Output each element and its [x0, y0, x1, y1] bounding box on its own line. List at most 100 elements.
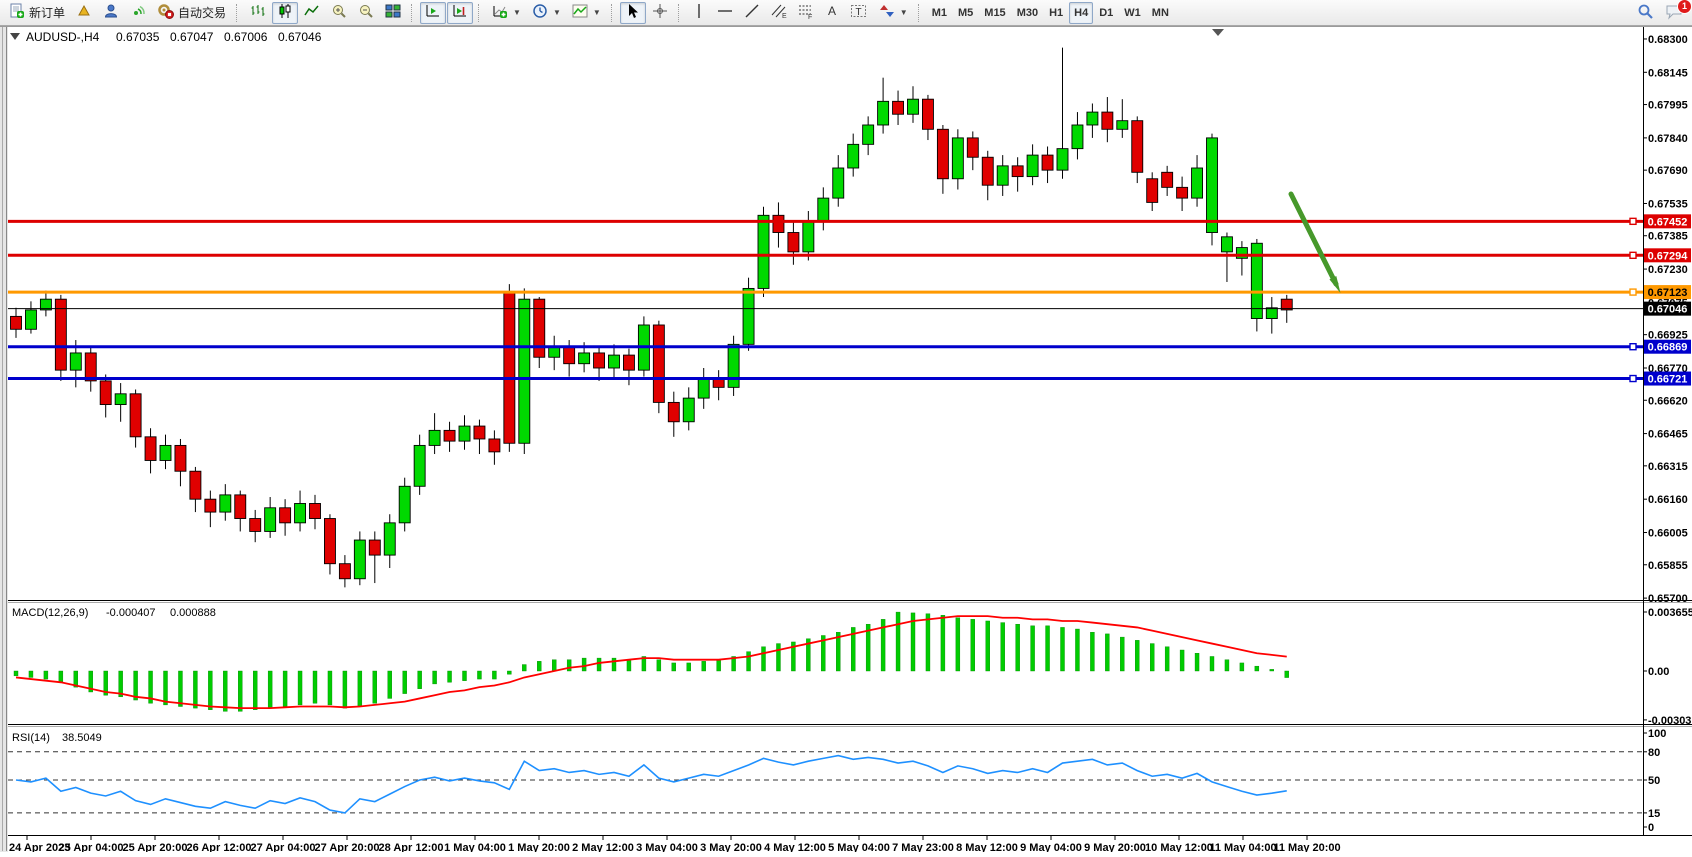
macd-main-value: -0.000407: [106, 607, 156, 619]
period-m5-button[interactable]: M5: [953, 2, 978, 24]
period-h1-button[interactable]: H1: [1044, 2, 1068, 24]
fibonacci-tool-button[interactable]: F: [793, 2, 819, 24]
periods-menu-button[interactable]: ▼: [527, 2, 566, 24]
chart-close-value: 0.67046: [278, 30, 322, 44]
chart-shift-button[interactable]: [447, 2, 473, 24]
time-axis-label: 1 May 04:00: [444, 842, 506, 852]
cursor-tool-button[interactable]: [620, 2, 646, 24]
price-label-text: 0.66721: [1648, 374, 1688, 386]
time-axis-label: 1 May 20:00: [508, 842, 570, 852]
line-handle: [1630, 376, 1636, 382]
time-axis-label: 5 May 04:00: [828, 842, 890, 852]
zoom-in-button[interactable]: [326, 2, 352, 24]
arrow-shapes-icon: [879, 3, 895, 22]
line-handle: [1630, 252, 1636, 258]
trendline-icon: [744, 3, 760, 22]
rsi-axis-tick: 80: [1648, 747, 1660, 759]
time-axis-label: 10 May 12:00: [1145, 842, 1213, 852]
tile-windows-icon: [385, 3, 401, 22]
market-watch-button[interactable]: [71, 2, 97, 24]
chevron-down-icon: ▼: [900, 8, 908, 17]
time-axis-label: 8 May 12:00: [956, 842, 1018, 852]
chevron-down-icon: ▼: [553, 8, 561, 17]
zoom-out-button[interactable]: [353, 2, 379, 24]
chart-canvas[interactable]: 0.683000.681450.679950.678400.676900.675…: [0, 26, 1692, 852]
price-axis-tick: 0.66465: [1648, 429, 1688, 441]
time-axis-label: 3 May 04:00: [636, 842, 698, 852]
period-w1-button[interactable]: W1: [1119, 2, 1146, 24]
new-order-icon: [9, 3, 25, 22]
channel-tool-button[interactable]: E: [766, 2, 792, 24]
bar-chart-mode-button[interactable]: [245, 2, 271, 24]
price-axis-tick: 0.67840: [1648, 133, 1688, 145]
line-handle: [1630, 344, 1636, 350]
chart-high-value: 0.67047: [170, 30, 214, 44]
templates-button[interactable]: ▼: [567, 2, 606, 24]
trendline-tool-button[interactable]: [739, 2, 765, 24]
crosshair-tool-button[interactable]: [647, 2, 673, 24]
svg-text:T: T: [855, 7, 861, 18]
autotrading-label: 自动交易: [178, 4, 226, 21]
autotrading-button[interactable]: 自动交易: [152, 2, 231, 24]
bar-chart-icon: [250, 3, 266, 22]
line-handle: [1630, 289, 1636, 295]
toolbar-separator: [611, 4, 615, 22]
macd-name: MACD(12,26,9): [12, 607, 88, 619]
price-label-text: 0.67123: [1648, 287, 1688, 299]
toolbar-separator: [678, 4, 682, 22]
svg-text:E: E: [782, 13, 787, 19]
navigator-button[interactable]: [98, 2, 124, 24]
new-order-button[interactable]: 新订单: [4, 2, 70, 24]
candlest-mode-button[interactable]: [272, 2, 298, 24]
chevron-down-icon: ▼: [513, 8, 521, 17]
time-axis-label: 25 Apr 04:00: [58, 842, 123, 852]
time-axis-label: 27 Apr 04:00: [250, 842, 315, 852]
tile-windows-button[interactable]: [380, 2, 406, 24]
auto-scroll-button[interactable]: [420, 2, 446, 24]
notification-badge: 1: [1677, 0, 1692, 14]
text-tool-button[interactable]: A: [820, 2, 844, 24]
rsi-axis-tick: 50: [1648, 775, 1660, 787]
price-axis-tick: 0.66160: [1648, 494, 1688, 506]
arrows-tool-button[interactable]: ▼: [874, 2, 913, 24]
notifications-button[interactable]: 1: [1660, 2, 1688, 24]
period-mn-button[interactable]: MN: [1147, 2, 1174, 24]
indicators-button[interactable]: ▼: [487, 2, 526, 24]
chevron-down-icon: ▼: [593, 8, 601, 17]
toolbar-separator: [478, 4, 482, 22]
price-axis-tick: 0.67690: [1648, 165, 1688, 177]
macd-axis-tick: -0.00303: [1648, 715, 1691, 727]
period-h4-button[interactable]: H4: [1069, 2, 1093, 24]
text-label-tool-button[interactable]: T: [845, 2, 873, 24]
period-m30-button[interactable]: M30: [1012, 2, 1043, 24]
time-axis-label: 3 May 20:00: [700, 842, 762, 852]
period-d1-button[interactable]: D1: [1094, 2, 1118, 24]
time-axis-label: 26 Apr 12:00: [186, 842, 251, 852]
text-label-icon: T: [850, 3, 868, 22]
time-axis-label: 28 Apr 12:00: [378, 842, 443, 852]
fibonacci-icon: F: [798, 3, 814, 22]
svg-text:A: A: [828, 4, 836, 18]
rsi-axis-tick: 100: [1648, 728, 1666, 740]
price-axis-tick: 0.68145: [1648, 67, 1688, 79]
signal-button[interactable]: [125, 2, 151, 24]
line-chart-mode-button[interactable]: [299, 2, 325, 24]
search-button[interactable]: [1632, 2, 1659, 24]
price-label-text: 0.67294: [1648, 250, 1689, 262]
price-axis-tick: 0.68300: [1648, 34, 1688, 46]
time-axis-label: 9 May 20:00: [1084, 842, 1146, 852]
line-chart-icon: [304, 3, 320, 22]
vertical-line-tool-button[interactable]: [687, 2, 711, 24]
zoom-in-icon: [331, 3, 347, 22]
search-icon: [1637, 3, 1654, 23]
time-axis-label: 11 May 04:00: [1209, 842, 1276, 852]
horizontal-line-tool-button[interactable]: [712, 2, 738, 24]
zoom-out-icon: [358, 3, 374, 22]
period-m1-button[interactable]: M1: [927, 2, 952, 24]
clock-icon: [532, 3, 548, 22]
time-axis-label: 11 May 20:00: [1273, 842, 1340, 852]
equidistant-channel-icon: E: [771, 3, 787, 22]
chart-title: AUDUSD-,H4 0.67035 0.67047 0.67006 0.670…: [26, 30, 322, 44]
period-m15-button[interactable]: M15: [979, 2, 1010, 24]
cursor-icon: [625, 3, 641, 22]
